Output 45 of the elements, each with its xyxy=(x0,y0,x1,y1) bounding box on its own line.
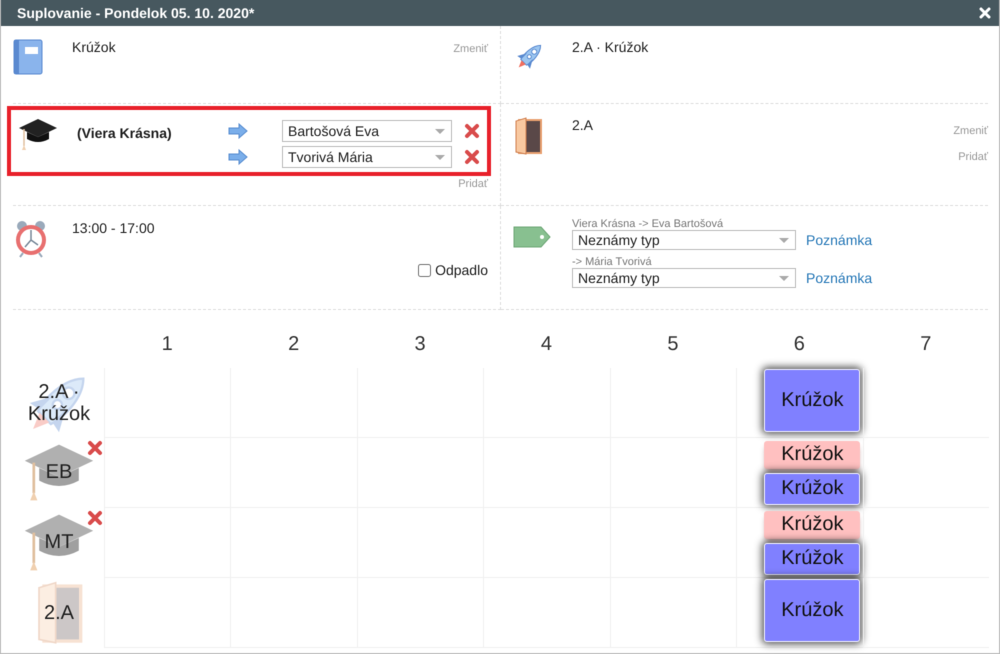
period-number: 6 xyxy=(794,332,805,356)
type-label: -> Mária Tvorivá xyxy=(572,256,653,268)
row-label: 2.A xyxy=(44,602,74,624)
row-label: EB xyxy=(46,461,72,483)
lesson-card[interactable]: Krúžok xyxy=(764,542,860,574)
group-name: 2.A · Krúžok xyxy=(572,39,648,57)
arrow-icon xyxy=(228,149,248,165)
subject-name: Krúžok xyxy=(72,39,117,57)
period-number: 1 xyxy=(162,332,173,356)
original-teacher: (Viera Krásna) xyxy=(77,125,172,143)
teacher-select[interactable]: Tvorivá Mária xyxy=(282,146,452,168)
period-number: 2 xyxy=(288,332,300,356)
row-label: 2.A · Krúžok xyxy=(26,381,92,425)
period-number: 7 xyxy=(920,332,932,356)
type-label: Viera Krásna -> Eva Bartošová xyxy=(572,218,724,230)
cap-icon xyxy=(18,117,58,153)
door-icon xyxy=(513,117,543,156)
lesson-card[interactable]: Krúžok xyxy=(764,579,860,642)
period-number: 4 xyxy=(540,332,552,356)
time-range: 13:00 - 17:00 xyxy=(72,220,155,238)
row-label: MT xyxy=(44,531,74,553)
type-select[interactable]: Neznámy typ xyxy=(572,230,796,250)
remove-icon[interactable] xyxy=(464,149,480,165)
close-icon[interactable] xyxy=(979,7,991,19)
period-number: 3 xyxy=(414,332,426,356)
type-select[interactable]: Neznámy typ xyxy=(572,268,796,288)
period-number: 5 xyxy=(667,332,678,356)
note-link[interactable]: Poznámka xyxy=(806,270,872,286)
book-icon xyxy=(13,39,43,75)
clock-icon xyxy=(13,220,49,258)
lesson-card[interactable]: Krúžok xyxy=(764,369,860,432)
cancelled-checkbox[interactable] xyxy=(418,264,432,276)
remove-icon[interactable] xyxy=(87,440,103,456)
tag-icon xyxy=(513,226,551,248)
note-link[interactable]: Poznámka xyxy=(806,232,872,248)
lesson-card[interactable]: Krúžok xyxy=(764,472,860,504)
lesson-card[interactable]: Krúžok xyxy=(764,440,860,468)
window-title: Suplovanie - Pondelok 05. 10. 2020* xyxy=(17,5,254,21)
arrow-icon xyxy=(228,123,248,139)
teacher-select[interactable]: Bartošová Eva xyxy=(282,120,452,142)
remove-icon[interactable] xyxy=(87,510,103,526)
remove-icon[interactable] xyxy=(464,123,480,139)
checkbox-label: Odpadlo xyxy=(435,262,488,278)
classroom-name: 2.A xyxy=(572,117,594,135)
lesson-card[interactable]: Krúžok xyxy=(764,510,860,538)
